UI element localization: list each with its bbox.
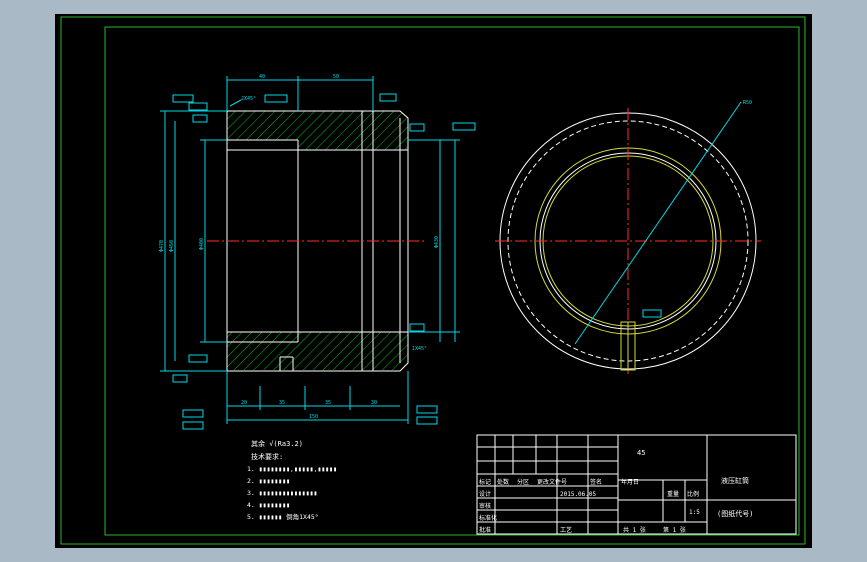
- dim-radius: R50: [743, 100, 752, 106]
- end-view[interactable]: R50: [495, 100, 761, 374]
- dim-bottom-seg-2: 35: [279, 400, 285, 406]
- cad-drawing-canvas[interactable]: 40 50 2X45° Φ470 Φ450 Φ400 Φ430 1X45° 20…: [55, 14, 812, 548]
- tolerance-frame-bottom-4: [416, 416, 438, 425]
- roughness-symbol-left-lower: [188, 354, 208, 363]
- tolerance-frame-bottom-1: [182, 409, 204, 418]
- tb-label-process: 工艺: [560, 526, 572, 534]
- radius-leader: [574, 101, 742, 345]
- notes-item-5: 5. ▮▮▮▮▮▮ 倒角1X45°: [247, 512, 319, 521]
- tb-part-name: 液压缸筒: [721, 476, 749, 485]
- tolerance-frame-right-top: [452, 122, 476, 131]
- notes-title: 技术要求:: [251, 452, 283, 461]
- tb-sheet-total: 共 1 张: [623, 526, 646, 534]
- dim-right-dia: Φ430: [434, 236, 440, 248]
- tb-scale-value: 1:5: [689, 509, 700, 516]
- port-callout-frame: [642, 309, 662, 318]
- tolerance-frame-left-top: [172, 94, 194, 103]
- roughness-symbol-left-top: [188, 102, 208, 111]
- tb-sheet-no: 第 1 张: [663, 526, 686, 534]
- tb-label-design: 设计: [479, 490, 491, 498]
- tb-label-mark: 标记: [479, 478, 491, 486]
- notes-item-3: 3. ▮▮▮▮▮▮▮▮▮▮▮▮▮▮▮: [247, 489, 317, 497]
- dim-left-dia-1: Φ470: [159, 240, 165, 252]
- inner-frame: [104, 26, 800, 536]
- tb-label-change-doc: 更改文件号: [537, 478, 567, 486]
- notes-item-1: 1. ▮▮▮▮▮▮▮▮,▮▮▮▮▮,▮▮▮▮▮: [247, 465, 337, 473]
- notes-roughness-line: 其余 √(Ra3.2): [251, 439, 303, 448]
- tolerance-frame-top: [264, 94, 288, 103]
- dim-top-right: 50: [333, 74, 339, 80]
- tb-design-date: 2015.06.05: [560, 491, 597, 498]
- roughness-symbol-right-bottom: [409, 323, 425, 332]
- roughness-symbol-top-right: [379, 93, 397, 102]
- tolerance-frame-bottom-3: [416, 405, 438, 414]
- cad-viewport[interactable]: 40 50 2X45° Φ470 Φ450 Φ400 Φ430 1X45° 20…: [55, 14, 812, 548]
- tb-label-count: 处数: [497, 478, 509, 486]
- dim-bottom-total: 150: [309, 414, 318, 420]
- tb-label-standardize: 标准化: [479, 514, 497, 522]
- top-wall-hatch: [227, 111, 408, 150]
- tb-drawing-no: (图纸代号): [717, 509, 753, 518]
- title-block[interactable]: 标记 处数 分区 更改文件号 签名 年月日 设计 2015.06.05 审核 标…: [476, 434, 797, 535]
- tb-label-check: 审核: [479, 502, 491, 510]
- roughness-symbol-right-top: [409, 123, 425, 132]
- notes-item-2: 2. ▮▮▮▮▮▮▮▮: [247, 477, 290, 485]
- bottom-wall-hatch: [227, 332, 408, 370]
- section-view[interactable]: [207, 110, 427, 372]
- roughness-symbol-left-bottom: [172, 374, 188, 383]
- roughness-symbol-left-mid: [192, 114, 208, 123]
- end-view-inner-circle-c: [542, 155, 714, 327]
- dim-chamfer-bottom: 1X45°: [412, 346, 427, 352]
- tb-material: 45: [637, 449, 645, 457]
- notes-item-4: 4. ▮▮▮▮▮▮▮▮: [247, 501, 290, 509]
- tb-label-signature: 签名: [590, 478, 602, 486]
- tb-label-scale: 比例: [687, 490, 699, 498]
- technical-notes[interactable]: 其余 √(Ra3.2) 技术要求: 1. ▮▮▮▮▮▮▮▮,▮▮▮▮▮,▮▮▮▮…: [247, 439, 337, 521]
- dim-chamfer-top: 2X45°: [241, 96, 256, 102]
- tb-label-date: 年月日: [621, 478, 639, 486]
- tb-label-weight: 重量: [667, 490, 679, 498]
- tb-label-approve: 批准: [479, 526, 491, 534]
- tolerance-frame-bottom-2: [182, 421, 204, 430]
- tb-label-zone: 分区: [517, 478, 529, 486]
- dim-top-left: 40: [259, 74, 265, 80]
- dim-left-dia-3: Φ400: [199, 238, 205, 250]
- dim-left-dia-2: Φ450: [169, 240, 175, 252]
- dim-bottom-seg-4: 30: [371, 400, 377, 406]
- leader-chamfer-top: [229, 99, 242, 107]
- dim-bottom-seg-3: 35: [325, 400, 331, 406]
- dim-bottom-seg-1: 20: [241, 400, 247, 406]
